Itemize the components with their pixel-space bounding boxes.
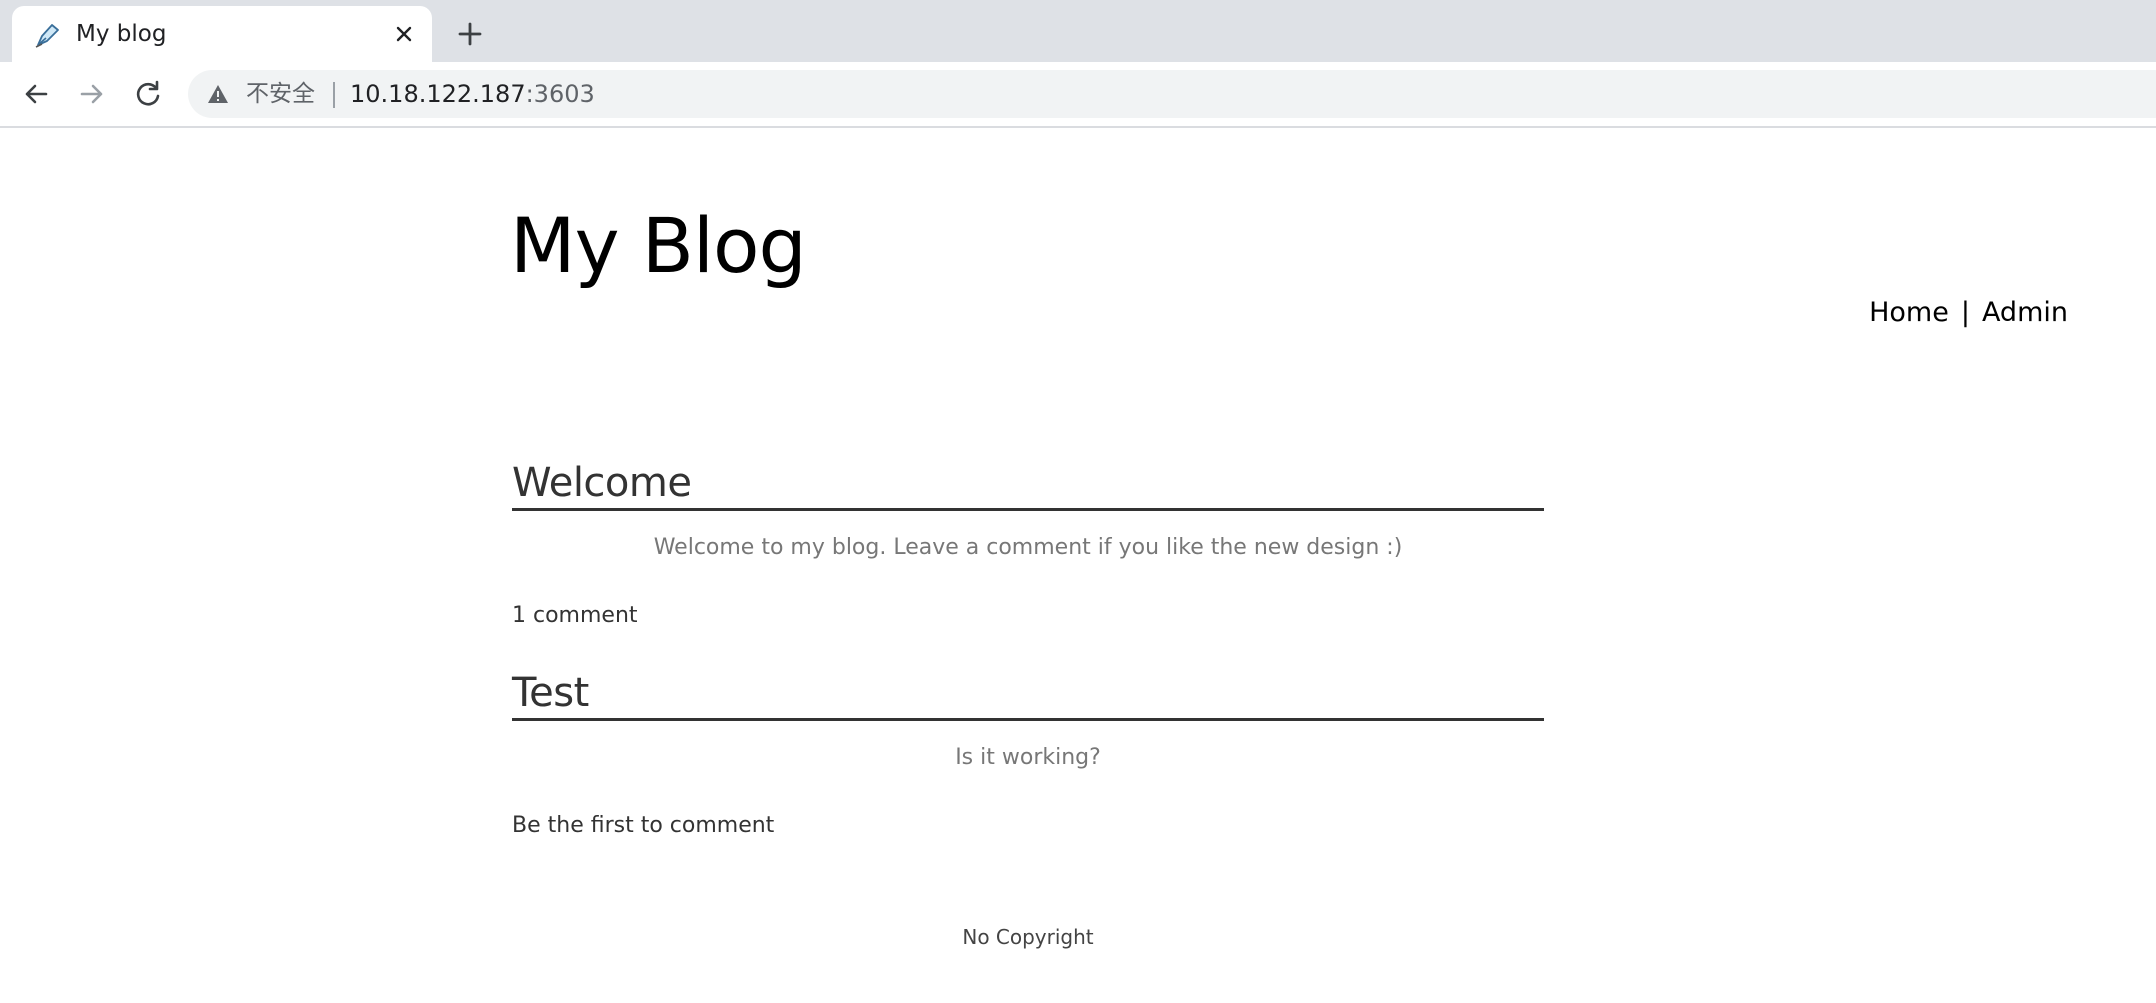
post-title[interactable]: Test: [512, 668, 1544, 721]
url-host: 10.18.122.187: [350, 80, 526, 108]
close-icon[interactable]: [392, 22, 416, 46]
nav-link-home[interactable]: Home: [1869, 297, 1949, 328]
reload-icon[interactable]: [130, 76, 166, 112]
tab-title: My blog: [76, 21, 167, 47]
address-bar[interactable]: 不安全 10.18.122.187:3603: [188, 70, 2156, 118]
post-body: Is it working?: [955, 745, 1101, 770]
back-arrow-icon[interactable]: [18, 76, 54, 112]
post: Welcome Welcome to my blog. Leave a comm…: [512, 458, 1544, 631]
site-nav: Home | Admin: [1869, 296, 2068, 330]
post-comments-link[interactable]: Be the first to comment: [512, 811, 1544, 841]
site-title: My Blog: [510, 201, 807, 290]
url-port: :3603: [525, 80, 595, 108]
browser-tab[interactable]: My blog: [12, 6, 432, 62]
security-label[interactable]: 不安全: [246, 80, 315, 108]
post-body: Welcome to my blog. Leave a comment if y…: [653, 535, 1403, 560]
post-title[interactable]: Welcome: [512, 458, 1544, 511]
footer-text: No Copyright: [962, 925, 1094, 949]
nav-separator: |: [1960, 297, 1970, 328]
quill-pen-icon: [32, 20, 62, 50]
new-tab-plus-icon[interactable]: [452, 16, 488, 52]
page-content: My Blog Home | Admin Welcome Welcome to my…: [0, 128, 2156, 1003]
url-text[interactable]: 10.18.122.187:3603: [350, 80, 595, 108]
browser-toolbar: 不安全 10.18.122.187:3603: [0, 62, 2156, 128]
omnibox-divider: [333, 82, 335, 108]
post-comments-link[interactable]: 1 comment: [512, 601, 1544, 631]
warning-triangle-icon[interactable]: [206, 82, 230, 106]
tab-strip: My blog: [0, 0, 2156, 62]
forward-arrow-icon[interactable]: [74, 76, 110, 112]
nav-link-admin[interactable]: Admin: [1982, 297, 2068, 328]
post: Test Is it working? Be the first to comm…: [512, 668, 1544, 841]
